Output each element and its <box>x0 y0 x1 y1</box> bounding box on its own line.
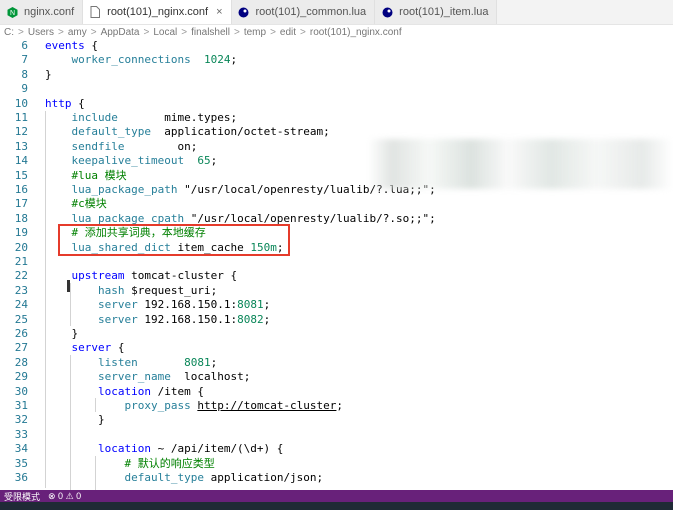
breadcrumb-separator: > <box>57 26 64 38</box>
tab-root101-nginx-conf[interactable]: root(101)_nginx.conf × <box>83 0 232 24</box>
line-number: 11 <box>14 111 28 124</box>
line-number: 35 <box>14 456 28 470</box>
close-icon[interactable]: × <box>216 6 222 18</box>
breadcrumb-item[interactable]: root(101)_nginx.conf <box>310 27 402 38</box>
line-code: events { <box>45 39 98 52</box>
line-number: 15 <box>14 168 28 182</box>
breadcrumb-separator: > <box>90 26 97 38</box>
line-code: location /item { <box>97 384 204 398</box>
breadcrumb-item[interactable]: C: <box>4 27 14 38</box>
breadcrumb-item[interactable]: Local <box>153 27 177 38</box>
line-number: 32 <box>14 413 28 427</box>
breadcrumb-item[interactable]: AppData <box>101 27 140 38</box>
breadcrumb-item[interactable]: edit <box>280 27 296 38</box>
code-editor[interactable]: 6 events { 7 worker_connections 1024; 8} 9 10… <box>0 39 673 490</box>
line-code: location ~ /api/item/(\d+) { <box>97 442 284 456</box>
tab-label: nginx.conf <box>24 6 75 18</box>
breadcrumb-separator: > <box>18 26 24 38</box>
line-number: 10 <box>14 96 28 110</box>
line-code: worker_connections 1024; <box>71 53 238 67</box>
tab-bar: N nginx.conf root(101)_nginx.conf × root… <box>0 0 673 25</box>
blurred-overlay <box>368 139 673 189</box>
line-code: http { <box>45 96 85 110</box>
svg-text:N: N <box>9 10 14 17</box>
line-number: 24 <box>14 298 28 312</box>
line-code: server 192.168.150.1:8082; <box>97 312 271 326</box>
line-number: 20 <box>14 240 28 254</box>
line-number: 30 <box>14 384 28 398</box>
line-number: 26 <box>14 327 28 340</box>
line-code: } <box>45 327 79 340</box>
nginx-icon: N <box>6 6 18 18</box>
line-code: listen 8081; <box>97 355 218 369</box>
line-code: server { <box>71 341 125 355</box>
file-icon <box>89 6 101 18</box>
line-number: 25 <box>14 312 28 326</box>
breadcrumb-separator: > <box>234 26 240 38</box>
tab-root101-item-lua[interactable]: root(101)_item.lua <box>375 0 498 24</box>
breadcrumb-separator: > <box>270 26 276 38</box>
line-number: 21 <box>14 255 28 268</box>
line-code: sendfile on; <box>71 139 198 153</box>
line-code: upstream tomcat-cluster { <box>71 269 238 283</box>
line-number: 36 <box>14 471 28 484</box>
line-code: } <box>45 67 52 81</box>
line-number: 8 <box>21 67 28 81</box>
breadcrumb-item[interactable]: temp <box>244 27 266 38</box>
line-number: 28 <box>14 355 28 369</box>
line-number: 18 <box>14 211 28 225</box>
line-number: 33 <box>14 427 28 441</box>
problems-indicator[interactable]: ⊗ 0 ⚠ 0 <box>48 491 81 502</box>
line-number: 22 <box>14 269 28 283</box>
line-number: 19 <box>14 226 28 240</box>
breadcrumb-item[interactable]: amy <box>68 27 87 38</box>
line-number: 9 <box>21 82 28 96</box>
line-code: default_type application/octet-stream; <box>71 125 330 139</box>
breadcrumb-separator: > <box>143 26 150 38</box>
line-number: 6 <box>21 39 28 52</box>
breadcrumb-separator: > <box>300 26 306 38</box>
line-code: proxy_pass http://tomcat-cluster; <box>124 399 344 412</box>
highlight-box <box>58 224 290 256</box>
line-number: 14 <box>14 154 28 168</box>
breadcrumb-separator: > <box>181 26 188 38</box>
line-code: #lua 模块 <box>71 168 127 182</box>
tab-root101-common-lua[interactable]: root(101)_common.lua <box>231 0 376 24</box>
line-number: 29 <box>14 370 28 384</box>
line-number: 27 <box>14 341 28 355</box>
breadcrumb: C: > Users > amy > AppData > Local > finalshell > te… <box>0 25 673 39</box>
breadcrumb-item[interactable]: Users <box>28 27 54 38</box>
taskbar <box>0 502 673 510</box>
tab-label: root(101)_common.lua <box>255 6 367 18</box>
line-code: #c模块 <box>71 197 107 211</box>
line-code: } <box>45 413 105 427</box>
text-cursor <box>67 280 70 292</box>
line-number: 17 <box>14 197 28 211</box>
tab-nginx-conf[interactable]: N nginx.conf <box>0 0 84 24</box>
line-number: 34 <box>14 442 28 456</box>
tab-label: root(101)_item.lua <box>399 6 489 18</box>
line-number: 16 <box>14 183 28 196</box>
line-number: 31 <box>14 399 28 412</box>
line-code: server 192.168.150.1:8081; <box>97 298 271 312</box>
line-number: 13 <box>14 139 28 153</box>
lua-icon <box>381 6 393 18</box>
line-code: hash $request_uri; <box>97 283 218 297</box>
breadcrumb-item[interactable]: finalshell <box>191 27 230 38</box>
line-number: 12 <box>14 125 28 139</box>
line-code: include mime.types; <box>71 111 238 124</box>
status-bar: 受限模式 ⊗ 0 ⚠ 0 <box>0 490 673 502</box>
lua-icon <box>238 6 250 18</box>
line-code: keepalive_timeout 65; <box>71 154 218 168</box>
line-code: default_type application/json; <box>124 471 324 484</box>
restricted-mode-indicator[interactable]: 受限模式 <box>4 490 40 503</box>
line-number: 23 <box>14 283 28 297</box>
line-code: # 默认的响应类型 <box>124 456 215 470</box>
line-code: server_name localhost; <box>97 370 251 384</box>
line-number: 7 <box>21 53 28 67</box>
tab-label: root(101)_nginx.conf <box>107 6 209 18</box>
